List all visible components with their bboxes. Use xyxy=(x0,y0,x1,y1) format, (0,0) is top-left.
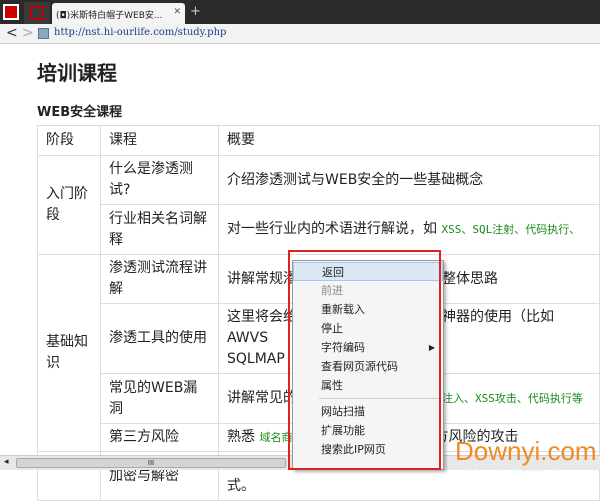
summary-cell: 对一些行业内的术语进行解说，如 XSS、SQL注射、代码执行、 xyxy=(218,204,600,255)
app-menu-icon[interactable] xyxy=(3,4,19,20)
section-title: WEB安全课程 xyxy=(37,105,123,120)
summary-text: 整体思路 xyxy=(442,270,498,287)
address-bar[interactable]: http://nst.hi-ourlife.com/study.php xyxy=(54,27,226,38)
stage-cell: 入门阶段 xyxy=(37,155,101,255)
summary-text: 讲解常见的 xyxy=(227,390,297,406)
table-row: 行业相关名词解释 对一些行业内的术语进行解说，如 XSS、SQL注射、代码执行、 xyxy=(38,204,600,255)
course-cell: 第三方风险 xyxy=(100,423,219,452)
table-row: 入门阶段 什么是渗透测试? 介绍渗透测试与WEB安全的一些基础概念 xyxy=(37,155,600,255)
tab-bar: (◘)米斯特白帽子WEB安... ✕ + xyxy=(0,0,600,24)
watermark: Downyi.com xyxy=(455,436,597,466)
highlight-box xyxy=(288,250,441,470)
scroll-left-arrow-icon[interactable]: ◂ xyxy=(4,457,9,467)
summary-cell: 介绍渗透测试与WEB安全的一些基础概念 xyxy=(218,155,600,205)
summary-text: SQLMAP xyxy=(227,351,285,367)
tab-title: (◘)米斯特白帽子WEB安... xyxy=(56,11,163,21)
course-cell: 什么是渗透测试? xyxy=(100,155,219,205)
course-cell: 渗透测试流程讲解 xyxy=(100,254,219,304)
forward-button[interactable]: > xyxy=(22,25,34,41)
course-cell: 行业相关名词解释 xyxy=(100,204,219,255)
header-stage: 阶段 xyxy=(37,125,101,156)
keyword-tags: XSS、SQL注射、代码执行、 xyxy=(441,223,581,236)
summary-text: 熟悉 xyxy=(227,429,260,445)
stage-cell: 基础知识 xyxy=(37,254,101,452)
summary-text: 这里将会给 xyxy=(227,309,297,325)
page-title: 培训课程 xyxy=(37,61,117,85)
course-cell: 常见的WEB漏洞 xyxy=(100,373,219,424)
tab-active[interactable]: (◘)米斯特白帽子WEB安... ✕ xyxy=(52,3,185,24)
app-logo-icon xyxy=(30,6,44,20)
page-favicon-icon xyxy=(38,28,49,39)
scrollbar-thumb[interactable]: III xyxy=(16,458,286,468)
course-cell: 渗透工具的使用 xyxy=(100,303,219,374)
summary-text: 讲解常规渗 xyxy=(227,270,297,287)
back-button[interactable]: < xyxy=(6,25,18,41)
header-summary: 概要 xyxy=(218,125,600,156)
new-tab-button[interactable]: + xyxy=(190,4,201,19)
table-header: 阶段 课程 概要 xyxy=(37,125,600,156)
header-course: 课程 xyxy=(100,125,219,156)
tab-close-icon[interactable]: ✕ xyxy=(173,7,181,17)
summary-text: 对一些行业内的术语进行解说，如 xyxy=(227,221,442,237)
pinned-tab[interactable] xyxy=(24,2,50,24)
nav-bar: < > http://nst.hi-ourlife.com/study.php xyxy=(0,24,600,44)
keyword-tags: 注入、XSS攻击、代码执行等 xyxy=(442,392,583,405)
